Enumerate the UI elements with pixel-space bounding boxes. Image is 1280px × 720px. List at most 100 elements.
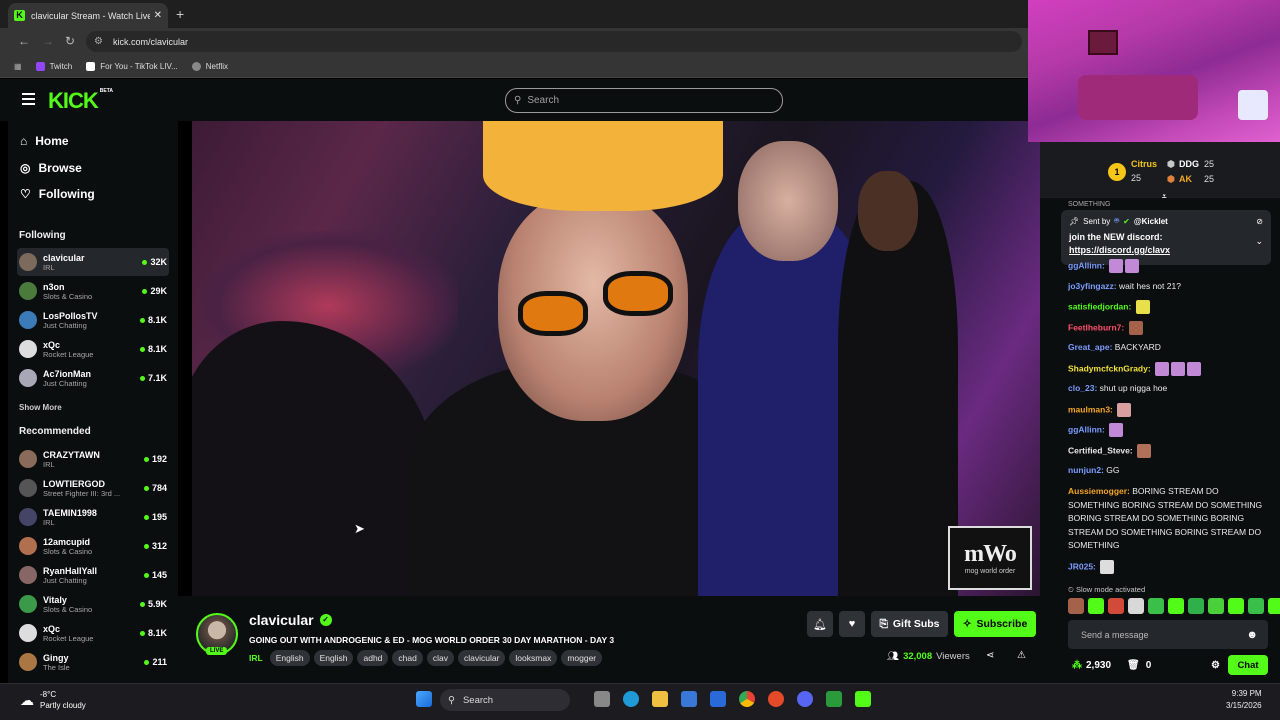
follow-heart-icon[interactable]: ♥ (839, 611, 865, 637)
site-settings-icon[interactable]: ⚙ (94, 36, 103, 47)
kick-app-icon[interactable] (855, 691, 871, 707)
new-tab-button[interactable]: + (176, 6, 184, 22)
sidebar-channel[interactable]: Vitaly Slots & Casino 5.9K (17, 590, 169, 618)
emote-icon[interactable] (1088, 598, 1104, 614)
emote-icon[interactable] (1248, 598, 1264, 614)
chat-username[interactable]: maulman3: (1068, 404, 1113, 414)
chat-username[interactable]: Aussiemogger: (1068, 486, 1130, 496)
sidebar-channel[interactable]: CRAZYTAWN IRL 192 (17, 445, 169, 473)
emote-icon[interactable] (1108, 598, 1124, 614)
emote-icon (1128, 321, 1143, 335)
emote-icon (1187, 362, 1202, 376)
windows-search-box[interactable]: ⚲ Search (440, 689, 570, 711)
tab-close-icon[interactable]: ✕ (154, 10, 162, 21)
bookmark-netflix[interactable]: Netflix (191, 61, 228, 71)
nav-following[interactable]: ♡ Following (20, 187, 95, 201)
unpin-icon[interactable]: ⊘ (1256, 217, 1263, 226)
emote-icon[interactable] (1268, 598, 1280, 614)
sidebar-channel[interactable]: n3on Slots & Casino 29K (17, 277, 169, 305)
outlook-icon[interactable] (710, 691, 726, 707)
sidebar-channel[interactable]: xQc Rocket League 8.1K (17, 335, 169, 363)
chat-input[interactable]: Send a message ☻ (1068, 620, 1268, 649)
bookmark-twitch[interactable]: Twitch (35, 61, 72, 71)
url-field[interactable]: ⚙ kick.com/clavicular (86, 31, 1022, 52)
channel-points[interactable]: 2,930 (1086, 660, 1111, 671)
emote-icon[interactable] (1068, 598, 1084, 614)
stream-tag[interactable]: adhd (357, 650, 389, 666)
notification-bell-icon[interactable]: 🔔︎ (807, 611, 833, 637)
emote-icon[interactable] (1228, 598, 1244, 614)
windows-start-icon[interactable] (416, 691, 432, 707)
pinned-user[interactable]: @Kicklet (1134, 217, 1168, 226)
emote-icon[interactable] (1208, 598, 1224, 614)
pinned-link[interactable]: https://discord.gg/clavx (1069, 245, 1263, 255)
browser-tab[interactable]: K clavicular Stream - Watch Live o ✕ (8, 3, 168, 28)
chat-username[interactable]: Certified_Steve: (1068, 445, 1133, 455)
stream-tag[interactable]: chad (392, 650, 423, 666)
stream-tag[interactable]: English (269, 650, 310, 666)
emote-icon[interactable] (1188, 598, 1204, 614)
stream-tag[interactable]: clavicular (457, 650, 506, 666)
chat-username[interactable]: Feetlheburn7: (1068, 322, 1124, 332)
chat-username[interactable]: clo_23: (1068, 383, 1097, 393)
edge-icon[interactable] (623, 691, 639, 707)
app-icon[interactable] (768, 691, 784, 707)
reload-icon[interactable]: ↻ (65, 34, 75, 48)
share-icon[interactable]: ⋖ (986, 650, 994, 661)
search-input[interactable]: ⚲ Search (505, 88, 783, 113)
chat-username[interactable]: ggAllinn: (1068, 260, 1105, 270)
taskbar-clock[interactable]: 9:39 PM 3/15/2026 (1226, 688, 1262, 712)
emoji-picker-icon[interactable]: ☻ (1246, 629, 1258, 641)
sidebar-channel[interactable]: xQc Rocket League 8.1K (17, 619, 169, 647)
stream-tag[interactable]: English (313, 650, 354, 666)
chrome-icon[interactable] (739, 691, 755, 707)
video-player[interactable] (178, 121, 1040, 596)
chat-username[interactable]: ShadymcfcknGrady: (1068, 363, 1151, 373)
task-view-icon[interactable] (594, 691, 610, 707)
xbox-icon[interactable] (826, 691, 842, 707)
apps-grid-icon[interactable]: ▦ (14, 62, 22, 71)
chevron-down-icon[interactable]: ⌄ (1255, 236, 1263, 247)
nav-home[interactable]: ⌂ Home (20, 134, 69, 148)
sidebar-channel[interactable]: Gingy The Isle 211 (17, 648, 169, 676)
chat-send-button[interactable]: Chat (1228, 655, 1268, 675)
back-icon[interactable]: ← (18, 34, 30, 48)
category-link[interactable]: IRL (249, 650, 266, 666)
sidebar-channel[interactable]: Ac7ionMan Just Chatting 7.1K (17, 364, 169, 392)
items-count[interactable]: 0 (1146, 660, 1152, 671)
chat-username[interactable]: satisfiedjordan: (1068, 301, 1131, 311)
emote-icon[interactable] (1168, 598, 1184, 614)
streamer-name[interactable]: clavicular ✓ (249, 612, 332, 628)
stream-tag[interactable]: mogger (561, 650, 603, 666)
chat-username[interactable]: JR025: (1068, 561, 1096, 571)
show-more-link[interactable]: Show More (19, 403, 62, 412)
forward-icon[interactable]: → (42, 34, 54, 48)
sidebar-channel[interactable]: 12amcupid Slots & Casino 312 (17, 532, 169, 560)
file-explorer-icon[interactable] (652, 691, 668, 707)
store-icon[interactable] (681, 691, 697, 707)
nav-browse[interactable]: ◎ Browse (20, 161, 82, 175)
chat-username[interactable]: Great_ape: (1068, 342, 1112, 352)
sidebar-channel[interactable]: LosPollosTV Just Chatting 8.1K (17, 306, 169, 334)
chat-username[interactable]: ggAllinn: (1068, 424, 1105, 434)
menu-icon[interactable] (22, 93, 35, 105)
report-icon[interactable]: ⚠ (1017, 650, 1026, 661)
emote-icon[interactable] (1128, 598, 1144, 614)
sidebar-channel[interactable]: RyanHallYall Just Chatting 145 (17, 561, 169, 589)
weather-widget[interactable]: ☁ -8°C Partly cloudy (20, 689, 86, 711)
bookmarks-bar: ▦ Twitch For You - TikTok LIV... Netflix (0, 55, 1028, 78)
discord-icon[interactable] (797, 691, 813, 707)
chat-username[interactable]: nunjun2: (1068, 465, 1104, 475)
chat-username[interactable]: jo3yfingazz: (1068, 281, 1117, 291)
bookmark-tiktok[interactable]: For You - TikTok LIV... (86, 61, 178, 71)
subscribe-button[interactable]: ✧ Subscribe (954, 611, 1036, 637)
stream-tag[interactable]: clav (426, 650, 454, 666)
kick-logo[interactable]: KICK BETA (48, 88, 113, 114)
emote-icon[interactable] (1148, 598, 1164, 614)
sidebar-channel[interactable]: LOWTIERGOD Street Fighter III: 3rd ... 784 (17, 474, 169, 502)
stream-tag[interactable]: looksmax (509, 650, 558, 666)
sidebar-channel[interactable]: TAEMIN1998 IRL 195 (17, 503, 169, 531)
gift-subs-button[interactable]: ⎘ Gift Subs (871, 611, 948, 637)
chat-settings-icon[interactable]: ⚙ (1211, 660, 1220, 671)
sidebar-channel[interactable]: clavicular IRL 32K (17, 248, 169, 276)
